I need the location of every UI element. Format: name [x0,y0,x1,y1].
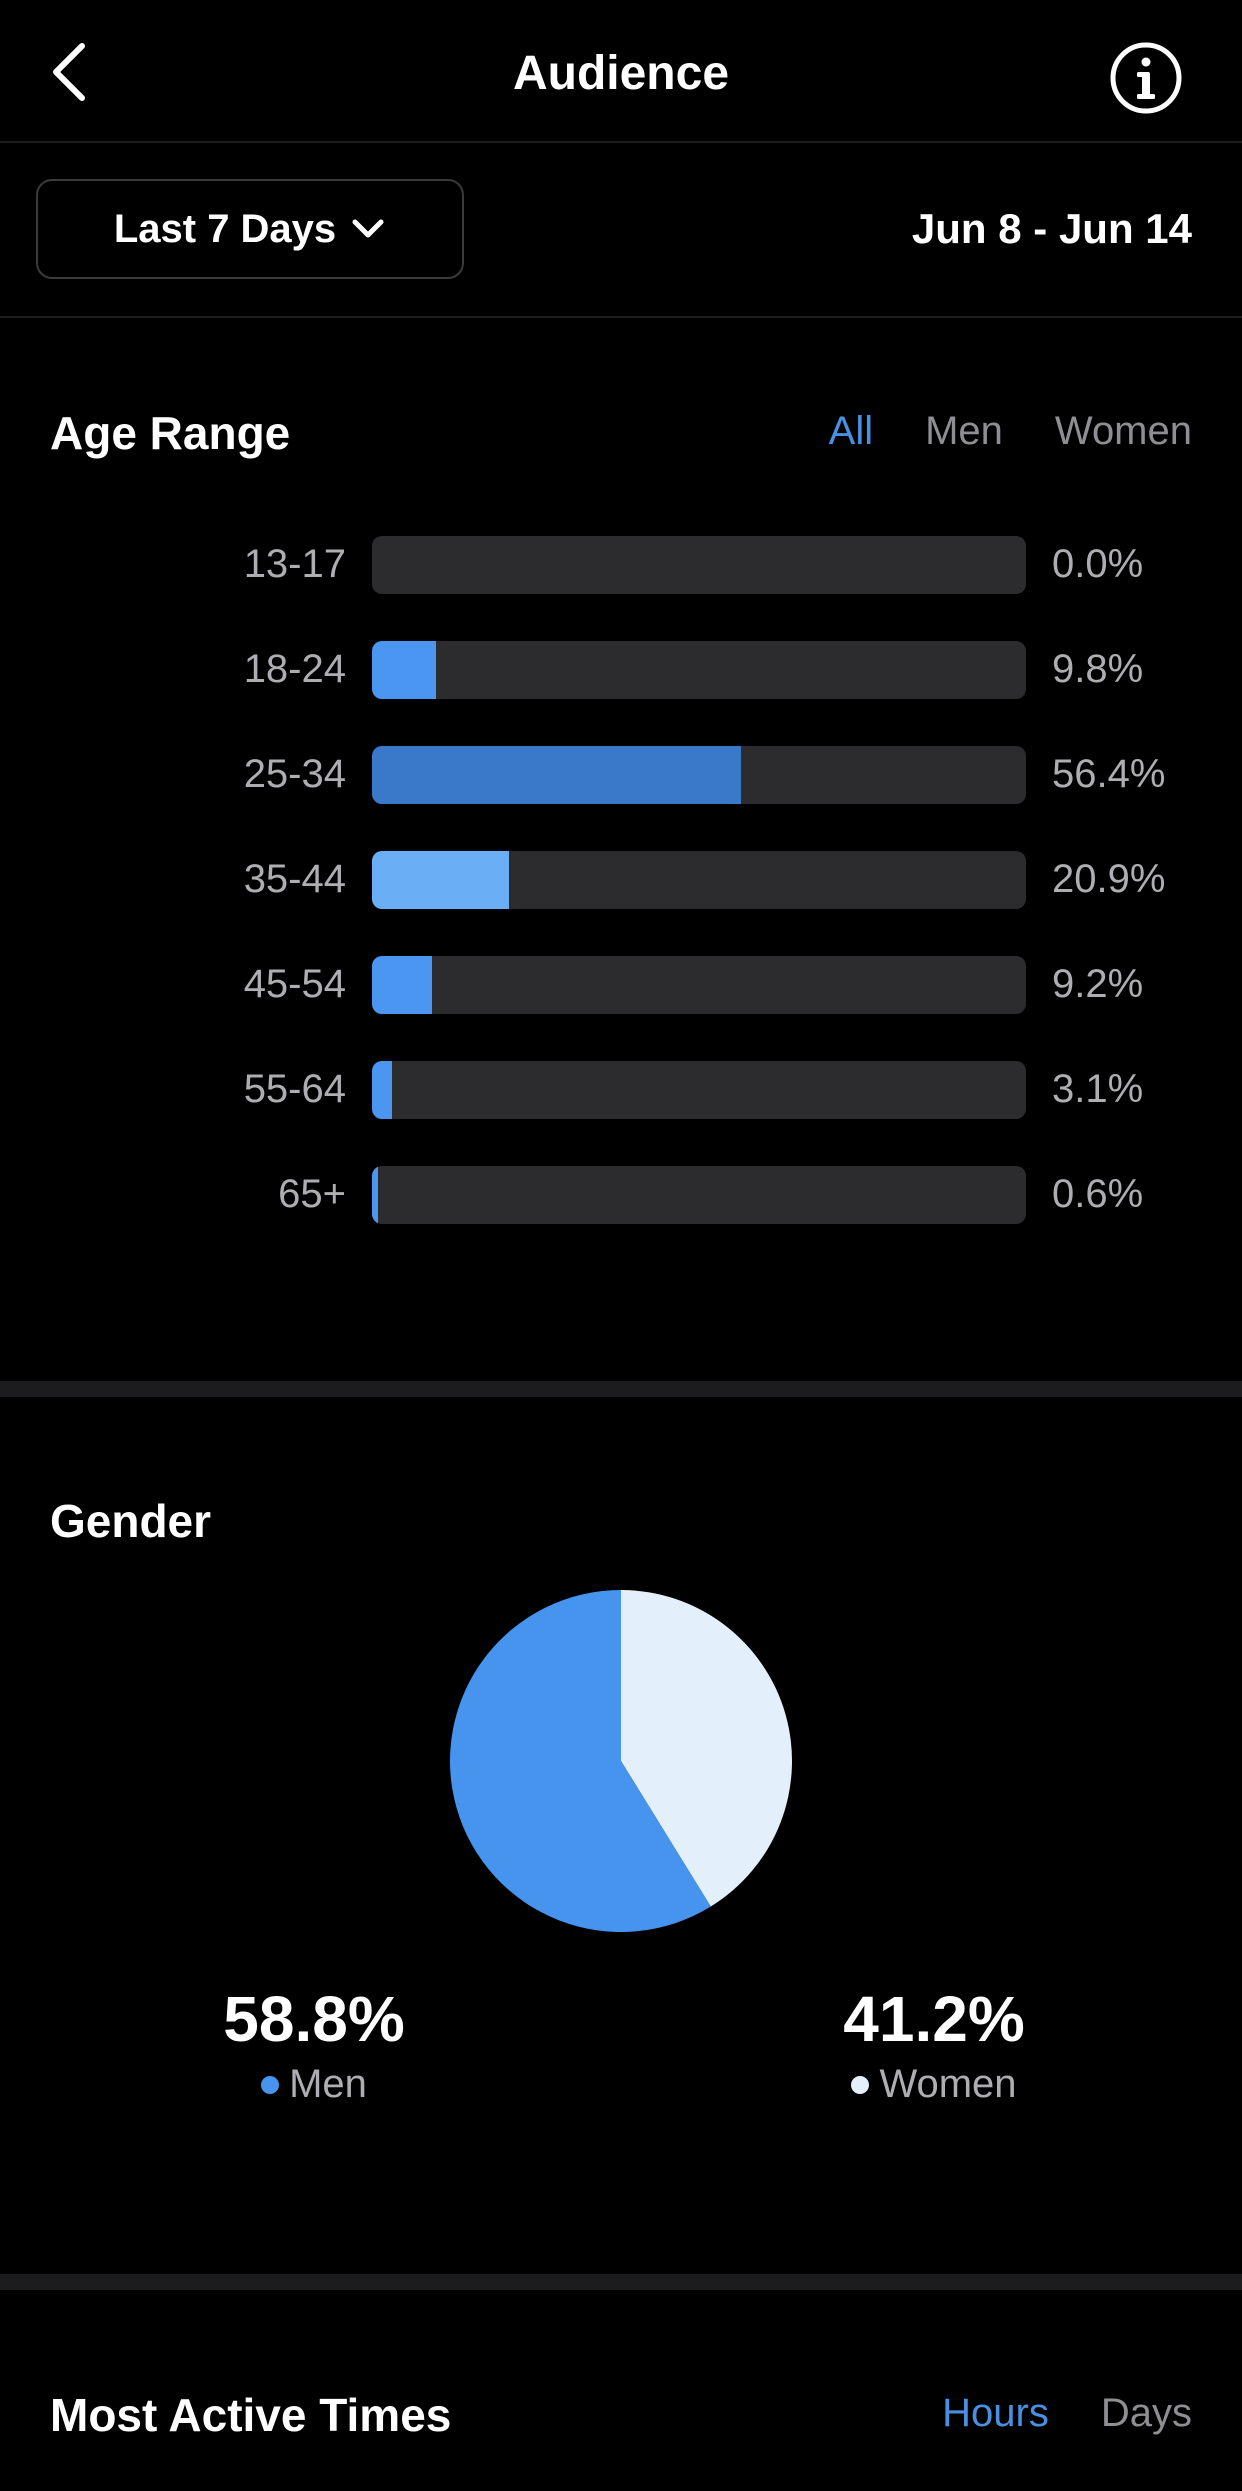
age-range-title: Age Range [50,407,291,459]
age-bar-track [372,641,1026,699]
audience-screen: Audience Last 7 Days Jun 8 - Jun 14 Age … [0,0,1242,2491]
most-active-times-title: Most Active Times [50,2389,452,2441]
age-tab-women[interactable]: Women [1055,409,1192,454]
age-bar-fill [372,1061,393,1119]
active-tab-days[interactable]: Days [1101,2391,1192,2436]
active-times-filter: Hours Days [942,2391,1192,2436]
age-label: 13-17 [243,542,346,586]
info-circle-icon [1110,42,1182,114]
age-bar-track [372,746,1026,804]
age-bar-fill [372,851,509,909]
age-percent: 0.0% [1052,542,1144,586]
age-percent: 56.4% [1052,752,1166,796]
gender-stat-women: 41.2% Women [734,1982,1134,2107]
men-label: Men [289,2062,367,2106]
age-range-filter: All Men Women [829,409,1192,454]
age-row: 45-54 9.2% [0,956,1242,1014]
age-label: 35-44 [243,857,346,901]
women-label: Women [879,2062,1017,2106]
section-divider [0,2274,1242,2290]
filter-row: Last 7 Days Jun 8 - Jun 14 [0,143,1242,318]
age-label: 55-64 [243,1067,346,1111]
age-bar-track [372,536,1026,594]
age-label: 65+ [278,1172,346,1216]
section-divider [0,1381,1242,1397]
age-percent: 9.2% [1052,962,1144,1006]
women-percent: 41.2% [843,1983,1025,2055]
age-bar-fill [372,746,741,804]
age-percent: 20.9% [1052,857,1166,901]
age-row: 35-44 20.9% [0,851,1242,909]
info-button[interactable] [1108,40,1184,116]
date-range: Jun 8 - Jun 14 [911,205,1192,252]
age-bar-fill [372,956,433,1014]
women-legend: Women [734,2062,1134,2107]
age-bar-track [372,1061,1026,1119]
age-label: 25-34 [243,752,346,796]
gender-stat-men: 58.8% Men [114,1982,514,2107]
age-percent: 3.1% [1052,1067,1144,1111]
age-bar-track [372,851,1026,909]
women-legend-dot [851,2075,870,2094]
nav-header: Audience [0,0,1242,143]
period-label: Last 7 Days [113,206,337,251]
age-row: 25-34 56.4% [0,746,1242,804]
age-percent: 0.6% [1052,1172,1144,1216]
age-tab-men[interactable]: Men [925,409,1003,454]
gender-title: Gender [50,1495,212,1547]
gender-pie-svg [450,1590,792,1932]
age-bar-fill [372,641,437,699]
chevron-down-icon [352,219,384,238]
age-row: 13-17 0.0% [0,536,1242,594]
age-tab-all[interactable]: All [829,409,873,454]
age-label: 18-24 [243,647,346,691]
age-bar-fill [372,1166,378,1224]
age-label: 45-54 [243,962,346,1006]
men-legend: Men [114,2062,514,2107]
page-title: Audience [512,47,730,100]
men-legend-dot [261,2075,280,2094]
age-row: 18-24 9.8% [0,641,1242,699]
period-dropdown[interactable]: Last 7 Days [36,179,464,279]
age-row: 55-64 3.1% [0,1061,1242,1119]
gender-pie-chart [448,1588,794,1934]
age-percent: 9.8% [1052,647,1144,691]
age-row: 65+ 0.6% [0,1166,1242,1224]
age-bar-track [372,1166,1026,1224]
men-percent: 58.8% [223,1983,405,2055]
age-bar-track [372,956,1026,1014]
active-tab-hours[interactable]: Hours [942,2391,1049,2436]
